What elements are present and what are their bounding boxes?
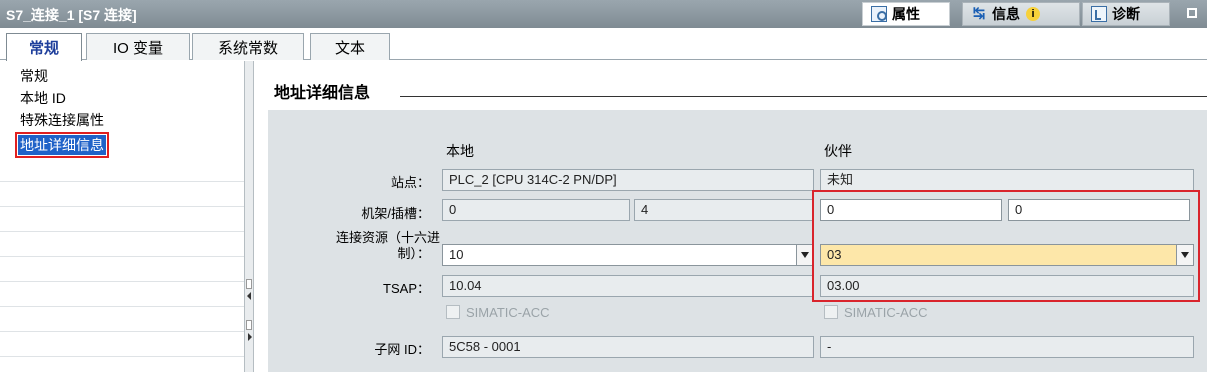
divider [0, 206, 244, 207]
divider [0, 331, 244, 332]
column-header-partner: 伙伴 [824, 143, 852, 159]
tab-general[interactable]: 常规 [6, 33, 82, 61]
section-divider [400, 96, 1207, 97]
divider [0, 231, 244, 232]
tab-diagnostics[interactable]: 诊断 [1082, 2, 1170, 26]
divider [0, 181, 244, 182]
tab-info[interactable]: ↹ 信息 i [962, 2, 1080, 26]
diagnostics-icon [1091, 6, 1107, 22]
tsap-label: TSAP： [383, 281, 430, 296]
station-label: 站点： [390, 175, 430, 190]
info-badge-icon: i [1026, 7, 1040, 21]
divider [0, 281, 244, 282]
nav-item-special-connection-properties[interactable]: 特殊连接属性 [20, 110, 104, 130]
divider [0, 256, 244, 257]
tab-properties[interactable]: 属性 [862, 2, 950, 26]
tab-texts[interactable]: 文本 [310, 33, 390, 60]
tab-io-tags[interactable]: IO 变量 [86, 33, 190, 60]
pane-splitter[interactable] [244, 61, 254, 372]
splitter-grip[interactable] [246, 320, 252, 330]
local-simatic-acc-label: SIMATIC-ACC [466, 305, 550, 320]
splitter-grip[interactable] [246, 279, 252, 289]
divider [0, 356, 244, 357]
local-connection-resource-select[interactable]: 10 [442, 244, 814, 266]
local-tsap-field: 10.04 [442, 275, 814, 297]
chevron-down-icon[interactable] [796, 245, 813, 265]
partner-station-field: 未知 [820, 169, 1194, 191]
local-connection-resource-value: 10 [449, 247, 464, 262]
collapse-left-icon[interactable] [247, 292, 251, 300]
tab-system-constants[interactable]: 系统常数 [192, 33, 304, 60]
expand-right-icon[interactable] [248, 333, 252, 341]
tab-diagnostics-label: 诊断 [1112, 6, 1140, 22]
rack-slot-label: 机架/插槽： [361, 206, 430, 221]
info-list-icon: ↹ [972, 5, 986, 22]
partner-subnet-id-field: - [820, 336, 1194, 358]
properties-icon [871, 6, 887, 22]
local-slot-field: 4 [634, 199, 814, 221]
sub-tab-bar: 常规 IO 变量 系统常数 文本 [0, 28, 1207, 61]
column-header-local: 本地 [446, 143, 474, 159]
local-station-field: PLC_2 [CPU 314C-2 PN/DP] [442, 169, 814, 191]
tab-info-label: 信息 [992, 6, 1020, 22]
partner-simatic-acc-label: SIMATIC-ACC [844, 305, 928, 320]
title-bar: S7_连接_1 [S7 连接] 属性 ↹ 信息 i 诊断 [0, 0, 1207, 28]
section-title: 地址详细信息 [274, 85, 371, 102]
left-navigation: 常规 本地 ID 特殊连接属性 地址详细信息 [0, 61, 244, 372]
nav-item-general[interactable]: 常规 [20, 66, 48, 86]
divider [0, 306, 244, 307]
subnet-id-label: 子网 ID： [374, 342, 430, 357]
connection-resource-label: 连接资源（十六进 制）： [280, 230, 440, 262]
nav-item-address-details[interactable]: 地址详细信息 [15, 132, 109, 158]
connection-resource-label-line2: 制）： [397, 246, 430, 261]
restore-window-icon[interactable] [1187, 8, 1197, 18]
nav-item-local-id[interactable]: 本地 ID [20, 88, 66, 108]
partner-simatic-acc-checkbox[interactable] [824, 305, 838, 319]
local-rack-field: 0 [442, 199, 630, 221]
window-title: S7_连接_1 [S7 连接] [6, 7, 137, 23]
connection-resource-label-line1: 连接资源（十六进 [335, 230, 440, 245]
partner-highlight-box [812, 190, 1200, 302]
local-simatic-acc-checkbox[interactable] [446, 305, 460, 319]
tab-properties-label: 属性 [892, 6, 920, 22]
local-subnet-id-field: 5C58 - 0001 [442, 336, 814, 358]
